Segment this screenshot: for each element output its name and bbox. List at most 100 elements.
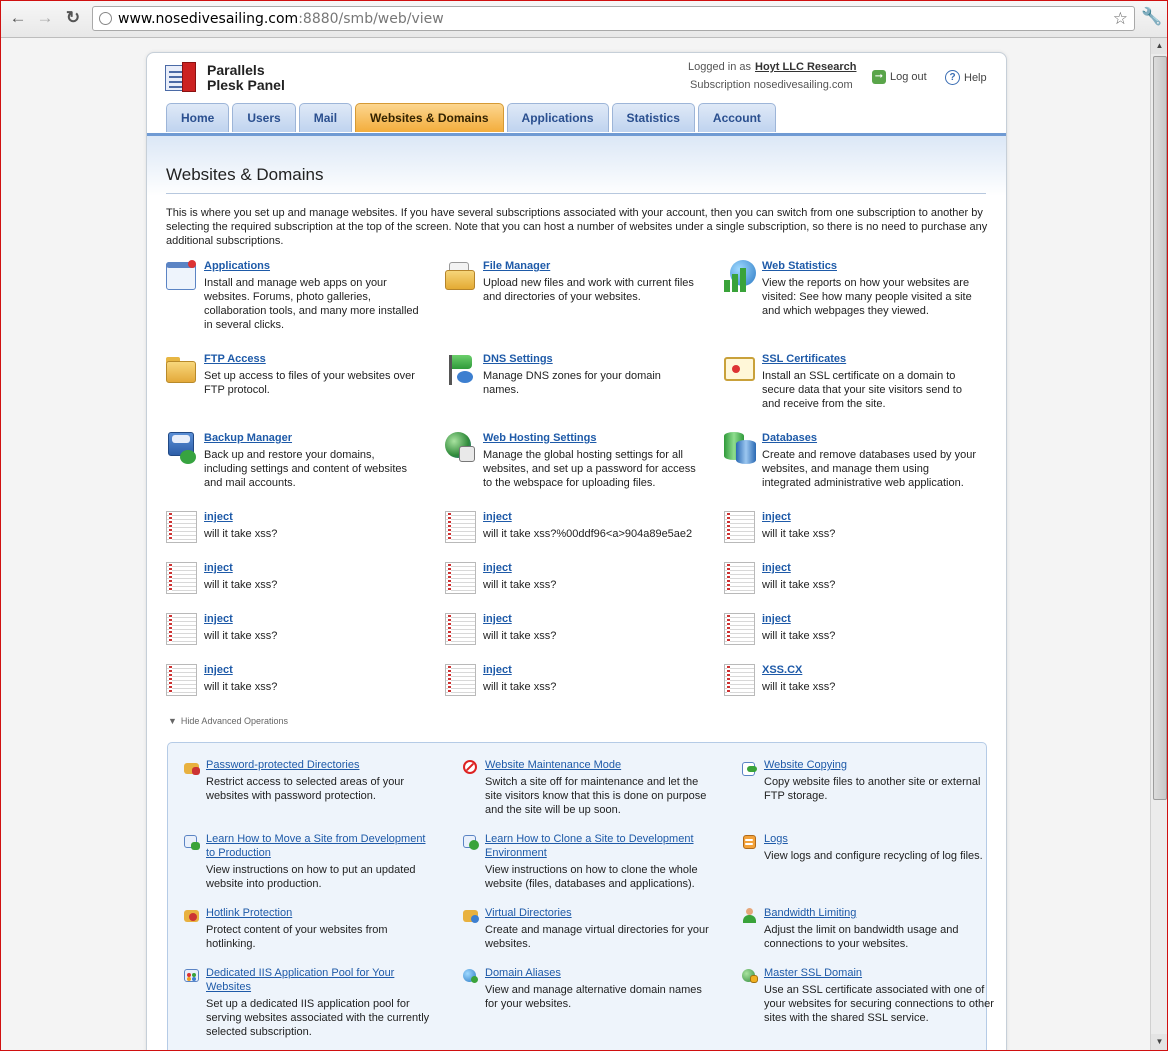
login-info: Logged in as Hoyt LLC Research: [688, 61, 857, 73]
tab-applications[interactable]: Applications: [506, 103, 609, 132]
custom-link[interactable]: inject: [204, 664, 233, 676]
custom-link[interactable]: inject: [204, 613, 233, 625]
spreadsheet-icon: [445, 664, 476, 696]
tool-link[interactable]: DNS Settings: [483, 353, 553, 365]
custom-description: will it take xss?: [483, 681, 557, 693]
lock-folder-icon: [184, 760, 200, 776]
custom-description: will it take xss?: [204, 528, 278, 540]
adv-link[interactable]: Domain Aliases: [485, 966, 715, 980]
tool-description: Back up and restore your domains, includ…: [204, 449, 408, 489]
tool-description: Manage the global hosting settings for a…: [483, 449, 696, 489]
back-icon[interactable]: ←: [7, 7, 29, 29]
adv-link[interactable]: Learn How to Move a Site from Developmen…: [206, 832, 436, 860]
scrollbar-thumb[interactable]: [1153, 56, 1167, 800]
browser-toolbar: ← → ↻ www.nosedivesailing.com:8880/smb/w…: [1, 1, 1167, 38]
tool-link[interactable]: SSL Certificates: [762, 353, 846, 365]
address-bar[interactable]: www.nosedivesailing.com:8880/smb/web/vie…: [92, 6, 1135, 31]
master-ssl-icon: [742, 968, 758, 984]
adv-link[interactable]: Logs: [764, 832, 994, 846]
logout-icon: ➞: [872, 70, 886, 84]
user-name-link[interactable]: Hoyt LLC Research: [755, 61, 856, 73]
database-icon: [724, 432, 756, 464]
custom-link[interactable]: inject: [483, 511, 512, 523]
tool-description: View the reports on how your websites ar…: [762, 277, 972, 317]
certificate-icon: [724, 353, 756, 385]
tool-description: Install an SSL certificate on a domain t…: [762, 370, 962, 410]
tab-websites-domains[interactable]: Websites & Domains: [355, 103, 504, 132]
domain-alias-icon: [463, 968, 479, 984]
wrench-icon[interactable]: 🔧: [1141, 7, 1162, 27]
bookmark-star-icon[interactable]: ☆: [1113, 9, 1128, 29]
custom-description: will it take xss?: [483, 579, 557, 591]
backup-icon: [166, 432, 198, 464]
tab-mail[interactable]: Mail: [298, 103, 353, 132]
web-statistics-icon: [724, 260, 756, 292]
spreadsheet-icon: [445, 613, 476, 645]
tool-link[interactable]: Databases: [762, 432, 817, 444]
adv-link[interactable]: Password-protected Directories: [206, 758, 436, 772]
custom-link[interactable]: inject: [483, 613, 512, 625]
scroll-up-icon[interactable]: ▲: [1151, 38, 1167, 54]
adv-description: View and manage alternative domain names…: [485, 984, 702, 1010]
dns-flag-icon: [445, 353, 477, 385]
custom-link[interactable]: XSS.CX: [762, 664, 802, 676]
custom-link[interactable]: inject: [204, 511, 233, 523]
move-site-icon: [184, 834, 200, 850]
browser-window: ← → ↻ www.nosedivesailing.com:8880/smb/w…: [0, 0, 1168, 1051]
intro-text: This is where you set up and manage webs…: [166, 207, 988, 247]
adv-description: View logs and configure recycling of log…: [764, 850, 983, 862]
virtual-directory-icon: [463, 908, 479, 924]
plesk-logo-icon: [165, 62, 198, 92]
tool-link[interactable]: Web Hosting Settings: [483, 432, 596, 444]
tab-statistics[interactable]: Statistics: [611, 103, 695, 132]
app-pool-icon: [184, 968, 200, 984]
custom-link[interactable]: inject: [483, 664, 512, 676]
custom-link[interactable]: inject: [762, 613, 791, 625]
bandwidth-icon: [742, 908, 758, 924]
adv-description: Adjust the limit on bandwidth usage and …: [764, 924, 959, 950]
hide-advanced-toggle[interactable]: ▼ Hide Advanced Operations: [168, 715, 292, 727]
custom-description: will it take xss?: [762, 630, 836, 642]
scroll-down-icon[interactable]: ▼: [1151, 1034, 1167, 1050]
applications-icon: [166, 260, 198, 292]
hotlink-icon: [184, 908, 200, 924]
tool-link[interactable]: Backup Manager: [204, 432, 292, 444]
custom-link[interactable]: inject: [483, 562, 512, 574]
reload-icon[interactable]: ↻: [62, 7, 84, 29]
tool-description: Install and manage web apps on your webs…: [204, 277, 419, 331]
adv-link[interactable]: Bandwidth Limiting: [764, 906, 994, 920]
adv-link[interactable]: Hotlink Protection: [206, 906, 436, 920]
custom-description: will it take xss?: [762, 528, 836, 540]
title-divider: [166, 193, 986, 194]
hosting-globe-icon: [445, 432, 477, 464]
plesk-page: Parallels Plesk Panel Logged in as Hoyt LL…: [146, 52, 1007, 1050]
adv-link[interactable]: Website Copying: [764, 758, 994, 772]
tool-link[interactable]: Web Statistics: [762, 260, 837, 272]
tool-link[interactable]: File Manager: [483, 260, 550, 272]
tool-description: Upload new files and work with current f…: [483, 277, 694, 303]
adv-link[interactable]: Virtual Directories: [485, 906, 715, 920]
spreadsheet-icon: [166, 562, 197, 594]
adv-link[interactable]: Master SSL Domain: [764, 966, 994, 980]
adv-link[interactable]: Website Maintenance Mode: [485, 758, 715, 772]
subscription-info: Subscription nosedivesailing.com: [690, 79, 853, 91]
tab-users[interactable]: Users: [232, 103, 296, 132]
adv-link[interactable]: Learn How to Clone a Site to Development…: [485, 832, 715, 860]
vertical-scrollbar[interactable]: ▲ ▼: [1150, 38, 1167, 1050]
adv-description: Use an SSL certificate associated with o…: [764, 984, 994, 1024]
tool-link[interactable]: FTP Access: [204, 353, 266, 365]
adv-description: Protect content of your websites from ho…: [206, 924, 388, 950]
tab-home[interactable]: Home: [166, 103, 230, 132]
spreadsheet-icon: [445, 562, 476, 594]
tab-account[interactable]: Account: [697, 103, 776, 132]
tool-link[interactable]: Applications: [204, 260, 270, 272]
adv-link[interactable]: Dedicated IIS Application Pool for Your …: [206, 966, 436, 994]
help-button[interactable]: ? Help: [945, 70, 987, 85]
forward-icon[interactable]: →: [34, 7, 56, 29]
custom-link[interactable]: inject: [204, 562, 233, 574]
custom-link[interactable]: inject: [762, 511, 791, 523]
custom-link[interactable]: inject: [762, 562, 791, 574]
globe-icon: [99, 12, 112, 25]
logout-button[interactable]: ➞ Log out: [872, 70, 927, 84]
adv-description: Restrict access to selected areas of you…: [206, 776, 405, 802]
